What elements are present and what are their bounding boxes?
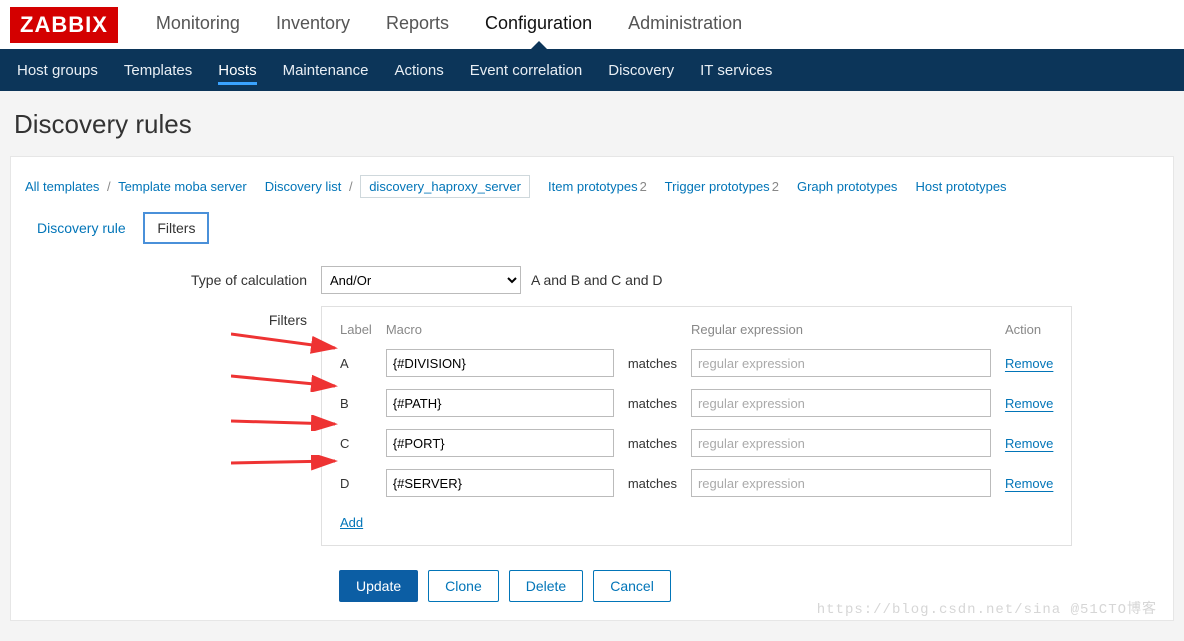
tabs: Discovery rule Filters <box>23 212 1163 244</box>
subnav-maintenance[interactable]: Maintenance <box>270 52 382 89</box>
subnav-host-groups[interactable]: Host groups <box>4 52 111 89</box>
remove-link[interactable]: Remove <box>1005 396 1053 411</box>
label-filters: Filters <box>21 306 321 328</box>
page-title: Discovery rules <box>14 109 1174 140</box>
clone-button[interactable]: Clone <box>428 570 499 602</box>
topnav-configuration[interactable]: Configuration <box>467 3 610 48</box>
subnav-hosts[interactable]: Hosts <box>205 52 269 89</box>
macro-input[interactable] <box>386 469 614 497</box>
link-graph-prototypes[interactable]: Graph prototypes <box>797 179 897 194</box>
content-card: All templates / Template moba server Dis… <box>10 156 1174 621</box>
item-prototypes-count: 2 <box>640 179 647 194</box>
watermark: https://blog.csdn.net/sina @51CTO博客 <box>817 598 1157 618</box>
topbar: ZABBIX Monitoring Inventory Reports Conf… <box>0 0 1184 49</box>
topnav-monitoring[interactable]: Monitoring <box>138 3 258 48</box>
macro-input[interactable] <box>386 429 614 457</box>
filter-label: A <box>334 344 378 382</box>
filter-label: B <box>334 384 378 422</box>
head-action: Action <box>999 317 1059 342</box>
remove-link[interactable]: Remove <box>1005 356 1053 371</box>
head-regex: Regular expression <box>685 317 997 342</box>
filters-table: Label Macro Regular expression Action A … <box>321 306 1072 546</box>
zabbix-logo: ZABBIX <box>10 7 118 43</box>
trigger-prototypes-count: 2 <box>772 179 779 194</box>
filter-row: D matches Remove <box>334 464 1059 502</box>
regex-input[interactable] <box>691 429 991 457</box>
regex-input[interactable] <box>691 469 991 497</box>
subnav-actions[interactable]: Actions <box>382 52 457 89</box>
update-button[interactable]: Update <box>339 570 418 602</box>
row-type-of-calculation: Type of calculation And/Or A and B and C… <box>21 266 1163 294</box>
matches-text: matches <box>622 424 683 462</box>
crumb-template[interactable]: Template moba server <box>118 179 247 194</box>
topnav-administration[interactable]: Administration <box>610 3 760 48</box>
calculation-expression: A and B and C and D <box>531 272 663 288</box>
select-type-of-calculation[interactable]: And/Or <box>321 266 521 294</box>
subnav-it-services[interactable]: IT services <box>687 52 785 89</box>
cancel-button[interactable]: Cancel <box>593 570 671 602</box>
matches-text: matches <box>622 384 683 422</box>
filter-row: B matches Remove <box>334 384 1059 422</box>
topnav-inventory[interactable]: Inventory <box>258 3 368 48</box>
filter-row: C matches Remove <box>334 424 1059 462</box>
breadcrumb: All templates / Template moba server Dis… <box>25 175 1159 198</box>
remove-link[interactable]: Remove <box>1005 436 1053 451</box>
regex-input[interactable] <box>691 389 991 417</box>
link-item-prototypes[interactable]: Item prototypes <box>548 179 638 194</box>
filter-row: A matches Remove <box>334 344 1059 382</box>
row-filters: Filters Label Macro Regular expression A… <box>21 306 1163 546</box>
head-macro: Macro <box>380 317 620 342</box>
link-trigger-prototypes[interactable]: Trigger prototypes <box>665 179 770 194</box>
add-filter-link[interactable]: Add <box>340 515 363 530</box>
filters-header: Label Macro Regular expression Action <box>334 317 1059 342</box>
page-body: Discovery rules All templates / Template… <box>0 91 1184 641</box>
delete-button[interactable]: Delete <box>509 570 583 602</box>
filter-label: C <box>334 424 378 462</box>
tab-filters[interactable]: Filters <box>143 212 209 244</box>
crumb-all-templates[interactable]: All templates <box>25 179 99 194</box>
tab-discovery-rule[interactable]: Discovery rule <box>23 212 140 244</box>
head-label: Label <box>334 317 378 342</box>
subnav-discovery[interactable]: Discovery <box>595 52 687 89</box>
link-host-prototypes[interactable]: Host prototypes <box>916 179 1007 194</box>
crumb-discovery-list[interactable]: Discovery list <box>265 179 342 194</box>
regex-input[interactable] <box>691 349 991 377</box>
crumb-current[interactable]: discovery_haproxy_server <box>360 175 530 198</box>
subnav-templates[interactable]: Templates <box>111 52 205 89</box>
remove-link[interactable]: Remove <box>1005 476 1053 491</box>
macro-input[interactable] <box>386 349 614 377</box>
topnav-reports[interactable]: Reports <box>368 3 467 48</box>
subnav: Host groups Templates Hosts Maintenance … <box>0 49 1184 91</box>
subnav-event-correlation[interactable]: Event correlation <box>457 52 596 89</box>
matches-text: matches <box>622 344 683 382</box>
filter-label: D <box>334 464 378 502</box>
matches-text: matches <box>622 464 683 502</box>
label-type-of-calculation: Type of calculation <box>21 272 321 288</box>
macro-input[interactable] <box>386 389 614 417</box>
